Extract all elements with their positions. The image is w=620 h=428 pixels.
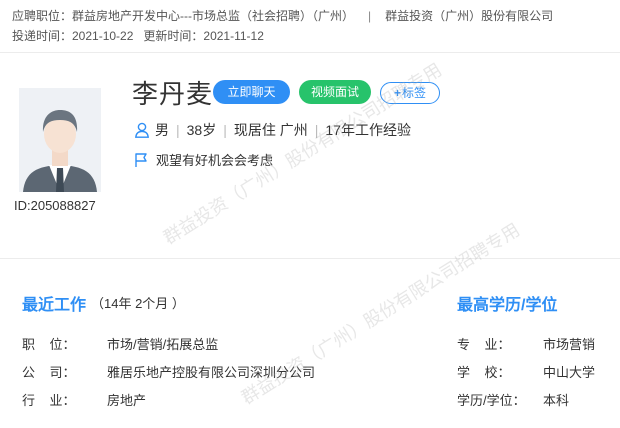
position-value: 市场/营销/拓展总监	[107, 337, 219, 352]
job-meta: 应聘职位：群益房地产开发中心---市场总监（社会招聘）（广州） | 群益投资（广州）…	[12, 6, 553, 46]
education-title: 最高学历/学位	[457, 297, 558, 314]
industry-label: 行 业：	[22, 393, 76, 408]
company-value: 雅居乐地产控股有限公司深圳分公司	[107, 365, 316, 380]
tag-label: 标签	[402, 86, 427, 100]
position-label: 职 位：	[22, 337, 76, 352]
add-tag-button[interactable]: +标签	[380, 82, 440, 104]
major-value: 市场营销	[543, 337, 596, 352]
video-interview-button[interactable]: 视频面试	[299, 80, 371, 104]
gender: 男	[155, 122, 169, 138]
major-label: 专 业：	[457, 337, 511, 352]
recent-work-title: 最近工作	[22, 297, 87, 314]
candidate-summary: 男 | 38岁 | 现居住 广州 | 17年工作经验	[134, 120, 411, 140]
candidate-name: 李丹麦	[132, 79, 214, 109]
company-label: 公 司：	[22, 365, 76, 380]
industry-value: 房地产	[107, 393, 147, 408]
applied-position: 应聘职位：群益房地产开发中心---市场总监（社会招聘）（广州）	[12, 9, 354, 23]
plus-icon: +	[393, 86, 401, 100]
flag-outline-icon	[134, 152, 148, 168]
job-status-text: 观望有好机会会考虑	[156, 153, 274, 168]
recent-work-duration: （14年 2个月 ）	[91, 296, 185, 311]
chat-now-button[interactable]: 立即聊天	[213, 80, 290, 104]
avatar	[19, 88, 101, 192]
meta-separator: |	[368, 9, 372, 23]
degree-value: 本科	[543, 393, 570, 408]
experience: 17年工作经验	[325, 122, 411, 138]
school-value: 中山大学	[543, 365, 596, 380]
delivered-time: 投递时间：2021-10-22	[12, 29, 134, 43]
age: 38岁	[186, 122, 217, 138]
school-label: 学 校：	[457, 365, 511, 380]
divider	[0, 52, 620, 53]
candidate-id: ID:205088827	[14, 198, 96, 213]
company-name: 群益投资（广州）股份有限公司	[385, 9, 554, 23]
residence: 现居住 广州	[233, 122, 308, 138]
updated-time: 更新时间：2021-11-12	[143, 29, 264, 43]
divider	[0, 258, 620, 259]
job-status: 观望有好机会会考虑	[134, 150, 273, 169]
person-outline-icon	[134, 122, 150, 138]
degree-label: 学历/学位：	[457, 393, 526, 408]
